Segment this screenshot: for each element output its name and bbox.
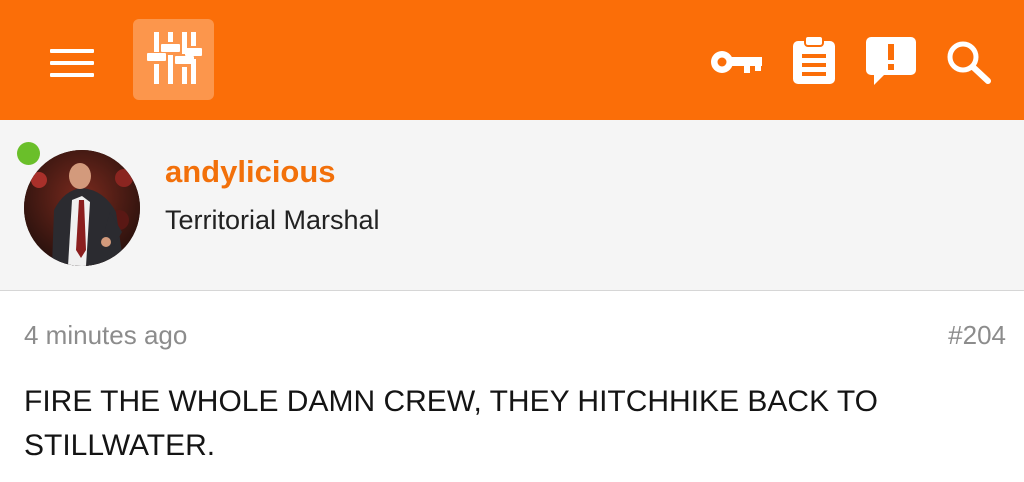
- key-icon[interactable]: [710, 47, 764, 77]
- online-status-indicator: [17, 142, 40, 165]
- user-title: Territorial Marshal: [165, 205, 380, 235]
- clipboard-icon[interactable]: [792, 36, 836, 84]
- top-app-bar: [0, 0, 1024, 120]
- hamburger-menu-icon[interactable]: [50, 47, 96, 79]
- sliders-logo-icon: [147, 32, 202, 84]
- post-number[interactable]: #204: [948, 318, 1006, 352]
- search-icon[interactable]: [946, 40, 992, 84]
- post-username[interactable]: andylicious: [165, 152, 336, 192]
- site-logo[interactable]: [133, 19, 214, 100]
- avatar[interactable]: [24, 150, 140, 266]
- post-message: FIRE THE WHOLE DAMN CREW, THEY HITCHHIKE…: [24, 385, 879, 462]
- alert-bubble-icon[interactable]: [866, 37, 916, 85]
- post-author-header: [0, 120, 1024, 291]
- post-timestamp[interactable]: 4 minutes ago: [24, 318, 187, 352]
